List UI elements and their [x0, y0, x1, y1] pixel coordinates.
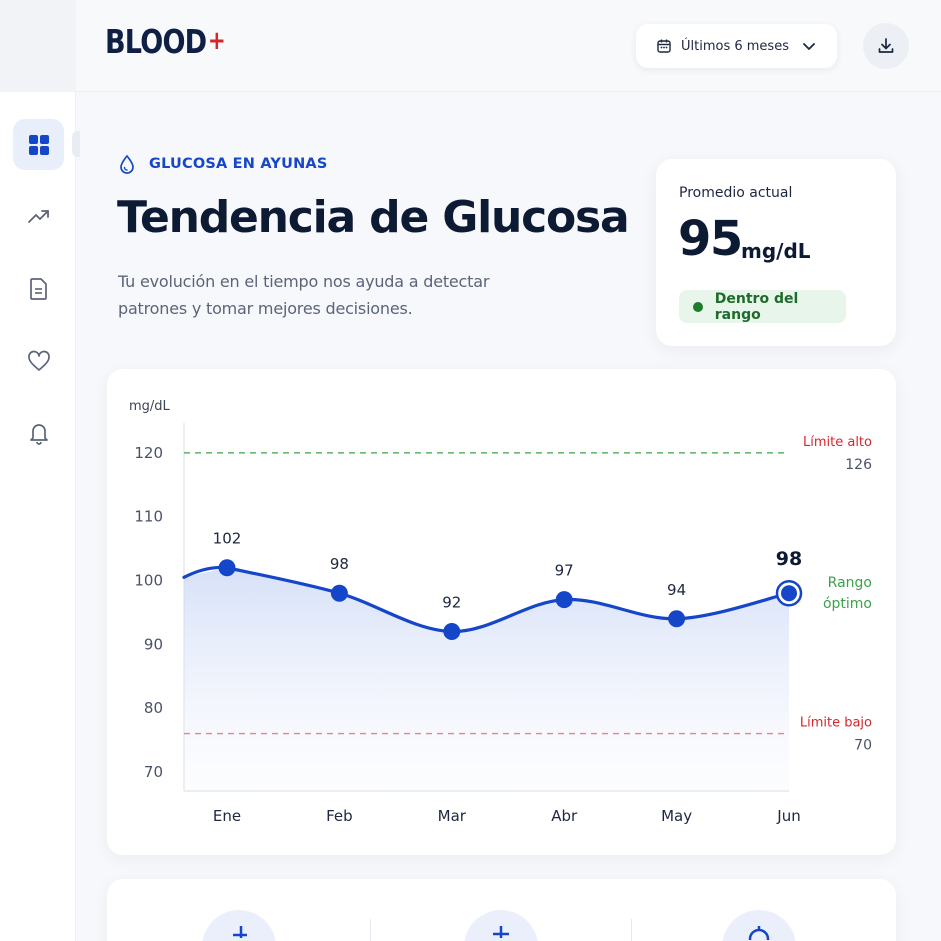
calendar-icon [657, 39, 671, 53]
sidebar-collapse-handle[interactable] [72, 131, 80, 157]
sidebar-item-trends[interactable] [13, 191, 64, 242]
stat-icon-1 [202, 910, 276, 941]
drop-icon [120, 154, 134, 174]
data-label: 92 [442, 594, 461, 612]
y-tick-label: 80 [144, 699, 163, 717]
average-unit: mg/dL [741, 239, 811, 263]
average-card: Promedio actual 95 mg/dL Dentro del rang… [656, 159, 896, 346]
sidebar-item-notifications[interactable] [13, 407, 64, 458]
glucose-chart: mg/dL 120 110 100 90 80 70 Límite alto 126 Límite… [129, 399, 872, 825]
stat-icon-3 [722, 910, 796, 941]
y-tick-label: 70 [144, 763, 163, 781]
data-label: 97 [555, 562, 574, 580]
average-value: 95 [678, 211, 743, 267]
data-point [443, 623, 461, 641]
data-label: 98 [776, 548, 802, 570]
stats-card [107, 879, 896, 941]
download-button[interactable] [863, 23, 909, 69]
data-label: 98 [330, 555, 349, 573]
range-label-line1: Rango [828, 575, 872, 591]
status-badge: Dentro del rango [679, 290, 846, 323]
data-point [218, 559, 236, 577]
y-tick-label: 90 [144, 635, 163, 653]
status-dot [693, 301, 703, 312]
y-axis-label: mg/dL [129, 399, 171, 414]
grid-icon [28, 134, 49, 155]
page-title: Tendencia de Glucosa [117, 192, 630, 243]
document-icon [29, 277, 47, 300]
status-text: Dentro del rango [714, 290, 799, 323]
reference-line-label: Límite bajo [800, 716, 872, 731]
chart-card: mg/dL 120 110 100 90 80 70 Límite alto 126 Límite… [107, 369, 896, 855]
series-area [184, 567, 789, 791]
reference-line-value: 126 [845, 457, 872, 473]
page-subtitle: Tu evolución en el tiempo nos ayuda a de… [118, 272, 490, 318]
average-label: Promedio actual [679, 185, 793, 201]
x-tick-label: May [661, 807, 692, 825]
data-point [668, 610, 686, 628]
x-tick-label: Ene [213, 807, 241, 825]
stat-divider [370, 919, 371, 941]
download-icon [878, 38, 894, 53]
trend-up-icon [27, 209, 49, 223]
x-tick-label: Abr [551, 807, 578, 825]
range-label-line2: óptimo [823, 596, 872, 612]
reference-line-value: 70 [854, 738, 872, 754]
reference-line-label: Límite alto [803, 435, 872, 450]
x-tick-label: Feb [326, 807, 353, 825]
sidebar [0, 92, 76, 941]
period-select[interactable]: Últimos 6 meses [636, 24, 837, 68]
stat-icon-2 [464, 910, 538, 941]
heart-icon [27, 350, 50, 371]
data-point [555, 591, 573, 609]
data-label: 94 [667, 581, 686, 599]
chevron-down-icon [803, 43, 815, 50]
data-point [781, 585, 797, 602]
section-eyebrow: GLUCOSA EN AYUNAS [118, 154, 327, 174]
stat-divider [631, 919, 632, 941]
sidebar-item-health[interactable] [13, 335, 64, 386]
top-left-pane [0, 0, 76, 92]
top-bar: BLOOD+ Últimos 6 meses [0, 0, 941, 92]
y-tick-label: 110 [134, 508, 163, 526]
brand-logo[interactable]: BLOOD+ [105, 22, 226, 61]
eyebrow-label: GLUCOSA EN AYUNAS [149, 156, 328, 172]
x-tick-label: Mar [438, 807, 467, 825]
data-point [330, 584, 348, 602]
bell-icon [29, 423, 48, 445]
sidebar-item-dashboard[interactable] [13, 119, 64, 170]
sidebar-item-reports[interactable] [13, 263, 64, 314]
period-label: Últimos 6 meses [681, 38, 789, 54]
y-tick-label: 120 [134, 444, 163, 462]
x-tick-label: Jun [776, 807, 800, 825]
y-tick-label: 100 [134, 571, 163, 589]
data-label: 102 [213, 530, 242, 548]
